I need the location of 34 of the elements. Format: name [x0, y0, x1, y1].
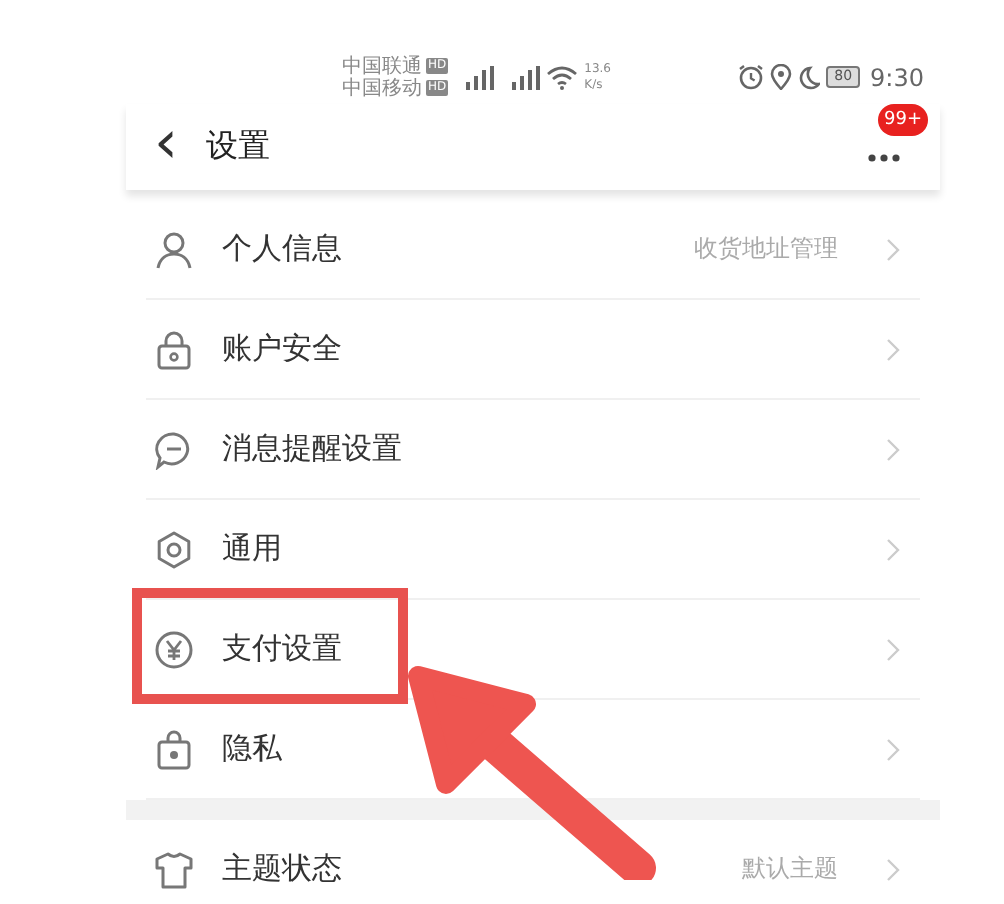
chevron-right-icon — [886, 637, 900, 661]
row-label: 账户安全 — [222, 330, 342, 368]
person-icon — [154, 229, 194, 269]
row-label: 消息提醒设置 — [222, 430, 402, 468]
row-value: 收货地址管理 — [694, 232, 838, 266]
more-icon[interactable] — [868, 153, 900, 161]
row-label: 支付设置 — [222, 630, 342, 668]
row-label: 主题状态 — [222, 850, 342, 888]
row-label: 个人信息 — [222, 230, 342, 268]
carrier-name: 中国联通 — [342, 55, 422, 77]
chevron-right-icon — [886, 437, 900, 461]
chevron-right-icon — [886, 737, 900, 761]
settings-icon — [154, 529, 194, 569]
lock-icon — [154, 729, 194, 769]
yen-icon — [154, 629, 194, 669]
moon-icon — [798, 65, 821, 89]
back-button[interactable]: ‹ — [142, 113, 190, 181]
clock-time: 9:30 — [870, 63, 924, 91]
page-title: 设置 — [206, 126, 270, 168]
location-icon — [770, 64, 793, 90]
wifi-icon — [546, 65, 579, 89]
row-label: 隐私 — [222, 730, 282, 768]
chat-icon — [154, 429, 194, 469]
lock-icon — [154, 329, 194, 369]
row-label: 通用 — [222, 530, 282, 568]
chevron-right-icon — [886, 337, 900, 361]
shirt-icon — [154, 849, 194, 889]
carrier-name: 中国移动 — [342, 77, 422, 99]
chevron-right-icon — [886, 537, 900, 561]
row-value: 默认主题 — [742, 852, 838, 886]
notification-badge: 99+ — [878, 104, 928, 136]
alarm-icon — [738, 64, 765, 90]
chevron-right-icon — [886, 237, 900, 261]
chevron-right-icon — [886, 857, 900, 881]
